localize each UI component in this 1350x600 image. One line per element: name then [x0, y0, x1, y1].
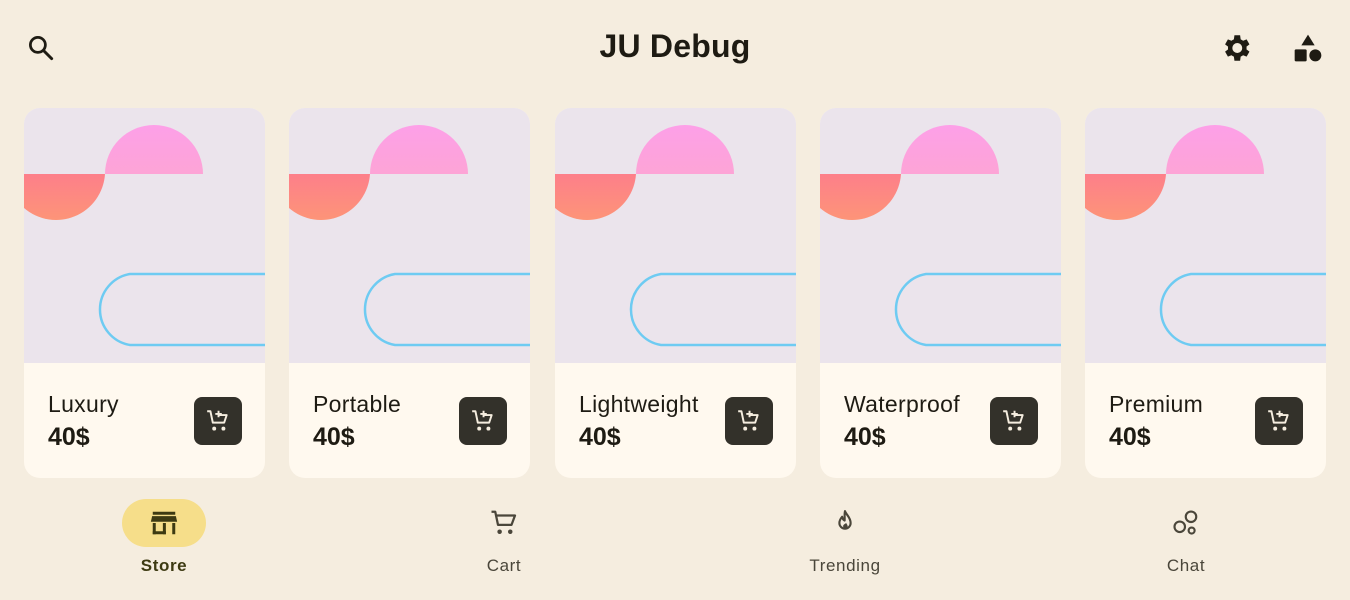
product-info: Luxury 40$	[24, 363, 265, 478]
product-name: Premium	[1109, 391, 1204, 417]
product-price: 40$	[579, 423, 621, 451]
nav-item-trending[interactable]: Trending	[745, 480, 945, 590]
product-price: 40$	[844, 423, 886, 451]
product-image	[24, 108, 265, 363]
nav-item-store[interactable]: Store	[64, 480, 264, 590]
store-icon	[150, 511, 178, 535]
add-to-cart-button[interactable]	[194, 397, 242, 445]
product-price: 40$	[1109, 423, 1151, 451]
product-price: 40$	[48, 423, 90, 451]
shapes-icon	[1294, 34, 1322, 62]
top-app-bar: JU Debug	[0, 0, 1350, 100]
product-image	[1085, 108, 1326, 363]
add-to-cart-button[interactable]	[1255, 397, 1303, 445]
nav-indicator	[1144, 499, 1228, 547]
flame-icon	[838, 510, 852, 530]
add-to-cart-button[interactable]	[990, 397, 1038, 445]
chat-bubbles-icon	[1173, 510, 1198, 535]
product-info: Waterproof 40$	[820, 363, 1061, 478]
add-shopping-cart-icon	[472, 410, 493, 431]
nav-item-chat[interactable]: Chat	[1086, 480, 1286, 590]
product-name: Luxury	[48, 391, 119, 417]
nav-indicator	[462, 499, 546, 547]
product-image	[555, 108, 796, 363]
add-to-cart-button[interactable]	[459, 397, 507, 445]
nav-item-cart[interactable]: Cart	[404, 480, 604, 590]
product-card[interactable]: Waterproof 40$	[820, 108, 1061, 478]
cart-icon	[491, 510, 517, 534]
add-shopping-cart-icon	[207, 410, 228, 431]
product-image	[289, 108, 530, 363]
shapes-button[interactable]	[1284, 24, 1332, 72]
product-card[interactable]: Premium 40$	[1085, 108, 1326, 478]
add-shopping-cart-icon	[1003, 410, 1024, 431]
add-shopping-cart-icon	[1268, 410, 1289, 431]
product-card[interactable]: Luxury 40$	[24, 108, 265, 478]
product-info: Premium 40$	[1085, 363, 1326, 478]
product-name: Waterproof	[844, 391, 960, 417]
product-card[interactable]: Portable 40$	[289, 108, 530, 478]
nav-label: Trending	[809, 556, 881, 575]
add-to-cart-button[interactable]	[725, 397, 773, 445]
page-title: JU Debug	[599, 28, 751, 64]
product-name: Portable	[313, 391, 402, 417]
nav-indicator	[122, 499, 206, 547]
nav-label: Chat	[1166, 556, 1206, 575]
gear-icon	[1225, 35, 1250, 61]
product-image	[820, 108, 1061, 363]
product-info: Portable 40$	[289, 363, 530, 478]
product-card[interactable]: Lightweight 40$	[555, 108, 796, 478]
product-price: 40$	[313, 423, 355, 451]
bottom-navigation-bar: Store Cart Trending Chat	[0, 480, 1350, 600]
settings-button[interactable]	[1212, 24, 1260, 72]
nav-indicator	[803, 499, 887, 547]
nav-label: Cart	[486, 556, 522, 575]
product-name: Lightweight	[579, 391, 699, 417]
product-info: Lightweight 40$	[555, 363, 796, 478]
nav-label: Store	[140, 556, 188, 575]
add-shopping-cart-icon	[738, 410, 759, 431]
